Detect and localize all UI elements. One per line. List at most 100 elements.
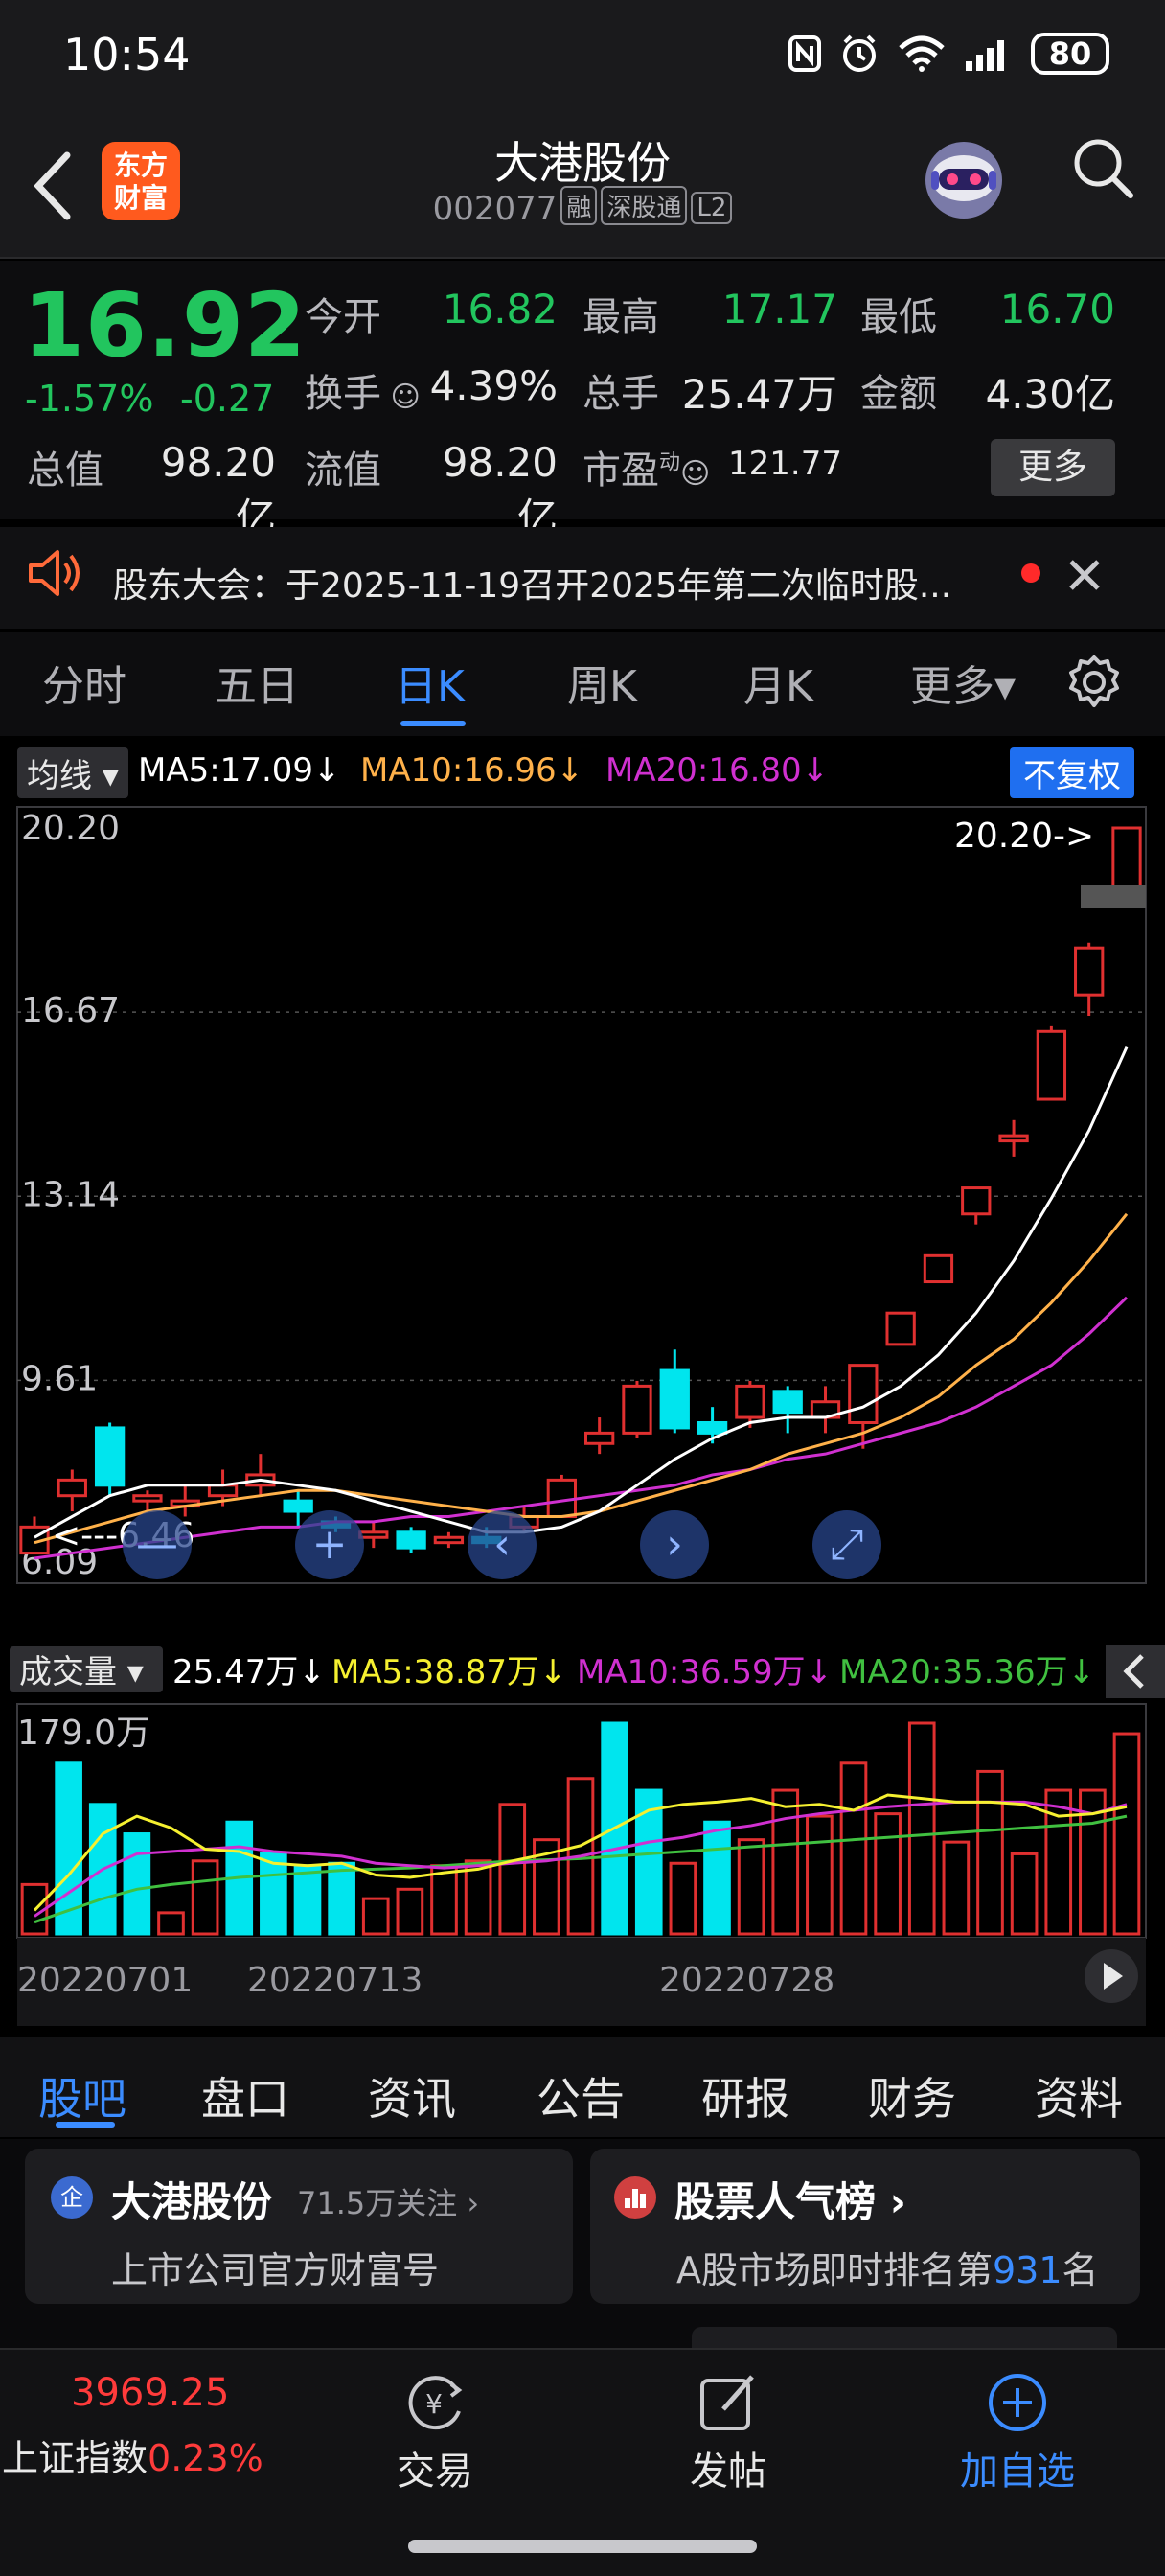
status-icons: 80	[788, 33, 1109, 75]
company-card-desc: 上市公司官方财富号	[111, 2249, 440, 2291]
tab-more[interactable]: 更多▾	[910, 652, 1016, 713]
candle	[810, 1386, 841, 1434]
fullscreen-icon[interactable]: ⤢	[812, 1510, 881, 1579]
tab-daily-k[interactable]: 日K	[395, 652, 465, 713]
svg-text:企: 企	[60, 2184, 83, 2211]
y-tick-label: 20.20	[21, 809, 120, 848]
svg-text:›: ›	[666, 1520, 683, 1569]
volume-bar	[430, 1864, 458, 1936]
volume-bar	[123, 1832, 151, 1936]
ma-legend: 均线 ▾ MA5:17.09↓ MA10:16.96↓ MA20:16.80↓	[0, 744, 1165, 798]
amount-label: 金额	[860, 372, 937, 416]
candle	[772, 1386, 803, 1434]
tab-profile[interactable]: 资料	[1035, 2064, 1123, 2128]
scroll-left-icon[interactable]: ‹	[468, 1510, 537, 1579]
company-card[interactable]: 企 大港股份 71.5万关注 › 上市公司官方财富号	[25, 2149, 573, 2304]
collapse-chevron-icon[interactable]	[1106, 1644, 1165, 1698]
scroll-right-icon[interactable]: ›	[640, 1510, 709, 1579]
index-percent: 0.23%	[148, 2437, 263, 2479]
quote-panel: 16.92 -1.57% -0.27 今开 16.82 最高 17.17 最低 …	[0, 261, 1165, 541]
candle	[170, 1484, 200, 1517]
high-value: 17.17	[721, 286, 837, 333]
candle	[19, 1516, 50, 1555]
search-icon[interactable]	[1071, 136, 1134, 199]
trade-label: 交易	[397, 2450, 473, 2494]
candle	[245, 1454, 276, 1496]
zoom-in-icon[interactable]: +	[295, 1510, 364, 1579]
announcement-banner[interactable]: 股东大会：于2025-11-19召开2025年第二次临时股...	[0, 527, 1165, 629]
volume-bar	[942, 1840, 971, 1936]
zoom-out-icon[interactable]: —	[123, 1510, 192, 1579]
open-label: 今开	[305, 295, 381, 339]
tab-forum[interactable]: 股吧	[38, 2064, 126, 2128]
gear-icon[interactable]	[1065, 654, 1123, 711]
ma-toggle[interactable]: 均线 ▾	[17, 748, 128, 798]
high-label: 最高	[582, 295, 659, 339]
volume-chart[interactable]: 成交量 ▾ 25.47万↓ MA5:38.87万↓ MA10:36.59万↓ MA20:…	[0, 1644, 1165, 2028]
vol-ma10-value: MA10:36.59万↓	[577, 1653, 833, 1691]
trade-icon: ¥	[408, 2376, 463, 2430]
popularity-card[interactable]: 股票人气榜 › A股市场即时排名第931名	[590, 2149, 1140, 2304]
tab-monthly-k[interactable]: 月K	[743, 652, 813, 713]
mktcap-label: 总值	[27, 448, 103, 493]
unread-dot	[1021, 564, 1040, 583]
enterprise-icon: 企	[51, 2176, 93, 2219]
tab-announcements[interactable]: 公告	[537, 2064, 625, 2128]
volume-label: 总手	[582, 372, 659, 416]
y-tick-label: 16.67	[21, 991, 120, 1030]
volume-max-label: 179.0万	[17, 1714, 150, 1753]
last-price: 16.92	[23, 274, 308, 377]
low-value: 16.70	[999, 286, 1115, 333]
volume-bar	[839, 1761, 868, 1936]
kline-chart[interactable]: 20.2016.6713.149.616.0920.20-><---6.46— +…	[0, 797, 1165, 1593]
section-tabs: 股吧 盘口 资讯 公告 研报 财务 资料	[0, 2037, 1165, 2137]
stock-code: 002077	[432, 190, 558, 228]
turnover-label: 换手 ☺	[305, 372, 421, 416]
x-date-label: 20220728	[659, 1961, 834, 2000]
tab-research[interactable]: 研报	[701, 2064, 789, 2128]
index-value[interactable]: 3969.25	[71, 2371, 229, 2415]
candle	[57, 1469, 87, 1512]
svg-text:—: —	[136, 1520, 178, 1569]
tab-news[interactable]: 资讯	[368, 2064, 456, 2128]
robot-assistant-icon[interactable]	[916, 132, 1012, 228]
wifi-icon	[899, 35, 945, 72]
close-icon[interactable]	[1065, 556, 1104, 594]
tab-financials[interactable]: 财务	[868, 2064, 956, 2128]
add-watchlist-button[interactable]: 加自选	[941, 2371, 1094, 2496]
info-icon[interactable]: ☺	[381, 380, 421, 414]
ma10-value: MA10:16.96↓	[360, 751, 584, 790]
tab-five-day[interactable]: 五日	[215, 652, 299, 713]
pe-value: 121.77	[728, 445, 842, 483]
svg-text:‹: ‹	[493, 1520, 511, 1569]
volume-bar	[907, 1721, 936, 1936]
index-name[interactable]: 上证指数0.23%	[2, 2428, 263, 2481]
volume-bar	[771, 1788, 800, 1936]
play-icon[interactable]	[1085, 1949, 1138, 2003]
tag-l2: L2	[691, 192, 733, 224]
announcement-text[interactable]: 股东大会：于2025-11-19召开2025年第二次临时股...	[113, 558, 1014, 608]
pe-info-icon[interactable]: ☺	[680, 457, 710, 491]
volume-bar	[464, 1859, 492, 1936]
candle	[885, 1311, 916, 1346]
feature-cards: 企 大港股份 71.5万关注 › 上市公司官方财富号 股票人气榜 › A股市场即…	[0, 2139, 1165, 2350]
candle	[622, 1380, 652, 1438]
volume-bar	[498, 1803, 527, 1936]
tab-weekly-k[interactable]: 周K	[567, 652, 637, 713]
change-percent: -1.57%	[25, 378, 154, 420]
open-value: 16.82	[442, 286, 558, 333]
candle	[998, 1119, 1029, 1157]
turnover-value: 4.39%	[429, 362, 558, 409]
volume-bar	[361, 1897, 390, 1936]
adjust-toggle-button[interactable]: 不复权	[1010, 748, 1134, 798]
volume-bar	[874, 1812, 902, 1936]
tab-intraday[interactable]: 分时	[42, 652, 126, 713]
volume-bar	[703, 1820, 731, 1936]
volume-bar	[1010, 1852, 1039, 1936]
more-quote-button[interactable]: 更多	[991, 439, 1115, 496]
post-button[interactable]: 发帖	[651, 2371, 805, 2496]
tab-orderbook[interactable]: 盘口	[201, 2064, 289, 2128]
collapsed-panel-edge	[692, 2327, 1117, 2350]
candle	[584, 1417, 615, 1455]
trade-button[interactable]: ¥ 交易	[358, 2371, 512, 2496]
